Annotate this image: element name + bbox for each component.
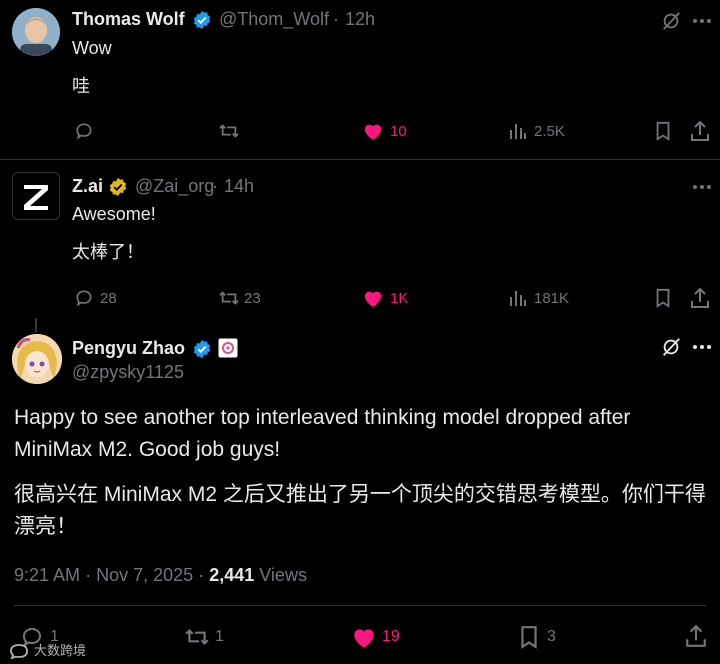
tweet-time[interactable]: 12h bbox=[345, 9, 375, 30]
affiliate-badge-icon[interactable] bbox=[218, 338, 238, 358]
author-name[interactable]: Z.ai bbox=[72, 176, 103, 197]
bookmark-icon[interactable] bbox=[654, 288, 672, 308]
repost-icon[interactable] bbox=[218, 121, 240, 141]
watermark-logo-icon bbox=[8, 641, 30, 659]
bookmark-count[interactable]: 3 bbox=[547, 628, 556, 646]
main-tweet-text-line-2: MiniMax M2. Good job guys! bbox=[14, 438, 281, 461]
views-count[interactable]: 181K bbox=[534, 290, 569, 307]
main-tweet-text-line-1: Happy to see another top interleaved thi… bbox=[14, 406, 631, 429]
avatar-thomas-wolf[interactable] bbox=[12, 8, 60, 56]
author-handle[interactable]: @Zai_org bbox=[135, 176, 214, 197]
author-handle[interactable]: @zpysky1125 bbox=[72, 362, 184, 383]
bookmark-icon[interactable] bbox=[519, 625, 539, 649]
thread-line bbox=[35, 318, 37, 332]
verified-badge-icon bbox=[192, 339, 212, 359]
reply-icon[interactable] bbox=[74, 288, 94, 308]
tweet-text-translation: 太棒了！ bbox=[72, 242, 144, 262]
like-icon[interactable] bbox=[362, 121, 384, 141]
reply-count[interactable]: 28 bbox=[100, 290, 117, 307]
grok-icon[interactable] bbox=[660, 10, 682, 32]
like-count[interactable]: 19 bbox=[382, 628, 400, 646]
repost-icon[interactable] bbox=[184, 625, 210, 649]
tweet-divider bbox=[14, 605, 706, 606]
watermark-text: 大数跨境 bbox=[34, 643, 87, 658]
verified-gold-badge-icon bbox=[108, 177, 128, 197]
meta-separator: · bbox=[333, 9, 339, 29]
author-name[interactable]: Pengyu Zhao bbox=[72, 338, 185, 359]
reply-icon[interactable] bbox=[74, 121, 94, 141]
main-tweet-translation-line-2: 漂亮！ bbox=[14, 515, 77, 538]
repost-icon[interactable] bbox=[218, 288, 240, 308]
tweet-divider bbox=[0, 159, 720, 160]
repost-count[interactable]: 1 bbox=[215, 628, 224, 646]
more-options-icon[interactable] bbox=[692, 184, 712, 190]
repost-count[interactable]: 23 bbox=[244, 290, 261, 307]
like-count[interactable]: 1K bbox=[390, 290, 408, 307]
like-icon[interactable] bbox=[351, 625, 377, 649]
share-icon[interactable] bbox=[685, 624, 707, 648]
author-handle[interactable]: @Thom_Wolf bbox=[219, 9, 329, 30]
views-count[interactable]: 2,441 bbox=[209, 565, 254, 585]
tweet-text: Awesome! bbox=[72, 204, 156, 224]
avatar-pengyu-zhao[interactable] bbox=[12, 334, 62, 384]
views-label: Views bbox=[259, 565, 307, 585]
tweet-time[interactable]: 14h bbox=[224, 176, 254, 197]
tweet-timestamp-row: 9:21 AM · Nov 7, 2025 · 2,441 Views bbox=[14, 565, 307, 586]
verified-badge-icon bbox=[192, 10, 212, 30]
tweet-text-translation: 哇 bbox=[72, 76, 90, 96]
more-options-icon[interactable] bbox=[692, 18, 712, 24]
tweet-time[interactable]: 9:21 AM bbox=[14, 565, 80, 585]
grok-icon[interactable] bbox=[660, 336, 682, 358]
tweet-date[interactable]: Nov 7, 2025 bbox=[96, 565, 193, 585]
views-count[interactable]: 2.5K bbox=[534, 123, 565, 140]
meta-separator: · bbox=[212, 176, 218, 196]
like-count[interactable]: 10 bbox=[390, 123, 407, 140]
watermark: 大数跨境 bbox=[8, 640, 86, 659]
author-name[interactable]: Thomas Wolf bbox=[72, 9, 185, 30]
share-icon[interactable] bbox=[690, 287, 710, 309]
views-icon[interactable] bbox=[508, 288, 528, 308]
main-tweet-translation-line-1: 很高兴在 MiniMax M2 之后又推出了另一个顶尖的交错思考模型。你们干得 bbox=[14, 483, 706, 506]
tweet-text: Wow bbox=[72, 38, 112, 58]
meta-separator: · bbox=[198, 565, 205, 585]
avatar-zai[interactable] bbox=[12, 172, 60, 220]
meta-separator: · bbox=[85, 565, 92, 585]
bookmark-icon[interactable] bbox=[654, 121, 672, 141]
like-icon[interactable] bbox=[362, 288, 384, 308]
views-icon[interactable] bbox=[508, 121, 528, 141]
share-icon[interactable] bbox=[690, 120, 710, 142]
more-options-icon[interactable] bbox=[692, 344, 712, 350]
